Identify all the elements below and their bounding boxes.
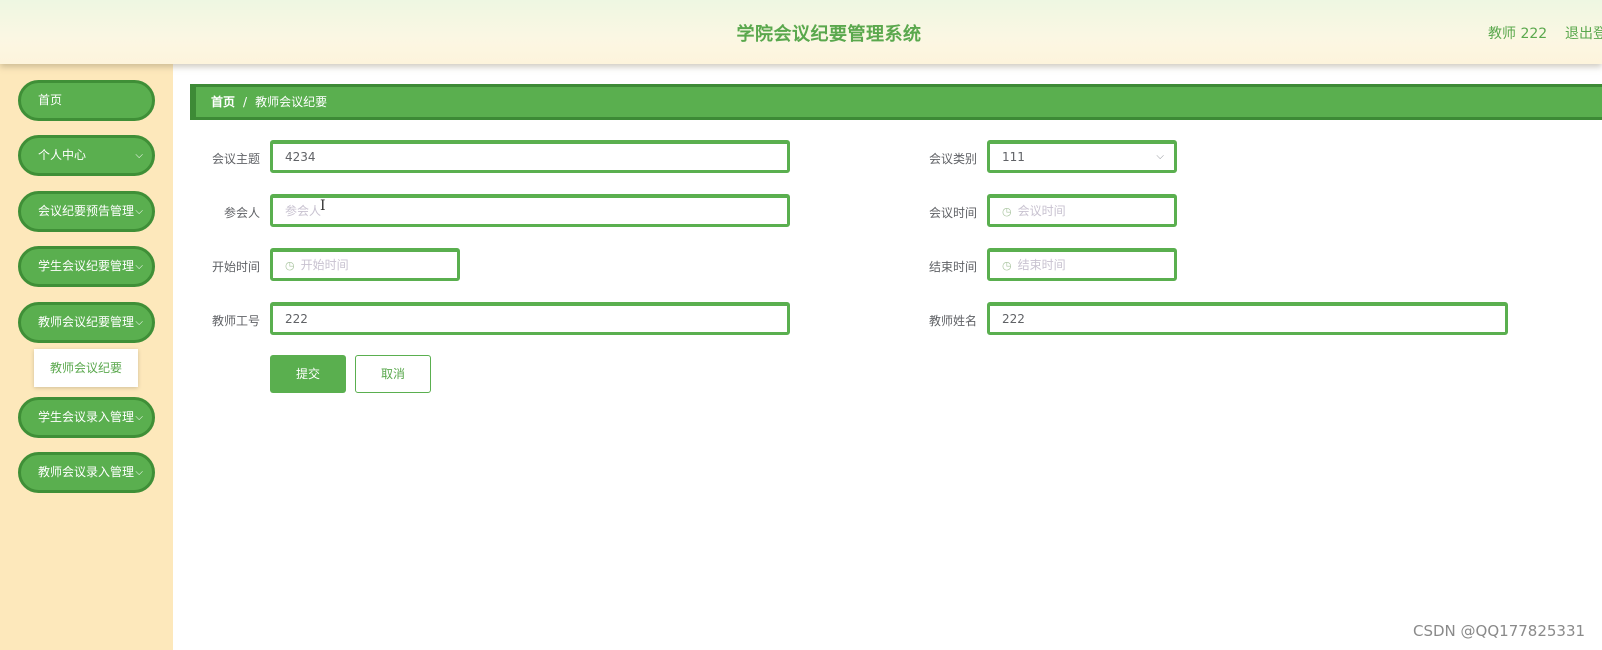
- cancel-button[interactable]: 取消: [355, 355, 431, 393]
- end-time-label: 结束时间: [928, 260, 977, 274]
- chevron-down-icon: ⌵: [135, 150, 143, 161]
- app-title: 学院会议纪要管理系统: [736, 24, 922, 45]
- clock-icon: ◷: [285, 259, 295, 272]
- top-header: 学院会议纪要管理系统 教师 222 退出登: [0, 0, 1602, 64]
- breadcrumb: 首页 / 教师会议纪要: [190, 84, 1602, 120]
- start-time-label: 开始时间: [211, 260, 260, 274]
- watermark: CSDN @QQ177825331: [1413, 622, 1586, 640]
- sidebar-item-label: 首页: [38, 93, 63, 107]
- breadcrumb-current: 教师会议纪要: [255, 95, 328, 109]
- submit-button[interactable]: 提交: [270, 355, 346, 393]
- sidebar-item-label: 学生会议纪要管理: [38, 259, 135, 273]
- attendees-label: 参会人: [223, 206, 260, 220]
- chevron-down-icon: ⌵: [135, 317, 143, 328]
- breadcrumb-home[interactable]: 首页: [211, 95, 235, 109]
- clock-icon: ◷: [1002, 205, 1012, 218]
- meeting-time-picker[interactable]: ◷ 会议时间: [987, 194, 1177, 227]
- category-value: 111: [1002, 150, 1025, 164]
- chevron-down-icon: ⌵: [135, 206, 143, 217]
- category-label: 会议类别: [928, 152, 977, 166]
- sidebar-item-student-entry[interactable]: 学生会议录入管理 ⌵: [18, 397, 155, 438]
- attendees-input[interactable]: 参会人: [270, 194, 790, 227]
- chevron-down-icon: ⌵: [135, 467, 143, 478]
- teacher-name-input[interactable]: 222: [987, 302, 1508, 335]
- teacher-name-value: 222: [1002, 312, 1025, 326]
- chevron-down-icon: ⌵: [135, 412, 143, 423]
- sidebar-item-label: 教师会议纪要管理: [38, 315, 135, 329]
- start-time-picker[interactable]: ◷ 开始时间: [270, 248, 460, 281]
- meeting-time-placeholder: 会议时间: [1017, 204, 1066, 218]
- sidebar-item-label: 学生会议录入管理: [38, 410, 135, 424]
- sidebar-item-label: 教师会议录入管理: [38, 465, 135, 479]
- start-time-placeholder: 开始时间: [300, 258, 349, 272]
- current-user: 教师 222: [1488, 26, 1548, 42]
- end-time-placeholder: 结束时间: [1017, 258, 1066, 272]
- sidebar-item-meeting-preview[interactable]: 会议纪要预告管理 ⌵: [18, 191, 155, 232]
- category-select[interactable]: 111 ⌵: [987, 140, 1177, 173]
- logout-link[interactable]: 退出登: [1565, 23, 1602, 43]
- submenu-item-teacher-minutes[interactable]: 教师会议纪要: [34, 349, 138, 387]
- text-cursor-icon: I: [320, 198, 326, 214]
- sidebar-item-home[interactable]: 首页: [18, 80, 155, 121]
- sidebar-item-personal-center[interactable]: 个人中心 ⌵: [18, 135, 155, 176]
- attendees-placeholder: 参会人: [285, 204, 322, 218]
- sidebar-item-teacher-minutes[interactable]: 教师会议纪要管理 ⌵: [18, 302, 155, 343]
- end-time-picker[interactable]: ◷ 结束时间: [987, 248, 1177, 281]
- teacher-id-label: 教师工号: [211, 314, 260, 328]
- sidebar-item-teacher-entry[interactable]: 教师会议录入管理 ⌵: [18, 452, 155, 493]
- breadcrumb-separator: /: [243, 95, 248, 109]
- meeting-time-label: 会议时间: [928, 206, 977, 220]
- topic-input[interactable]: 4234: [270, 140, 790, 173]
- sidebar-item-label: 个人中心: [38, 148, 87, 162]
- topic-label: 会议主题: [211, 152, 260, 166]
- chevron-down-icon: ⌵: [1156, 151, 1164, 162]
- clock-icon: ◷: [1002, 259, 1012, 272]
- teacher-id-value: 222: [285, 312, 308, 326]
- teacher-id-input[interactable]: 222: [270, 302, 790, 335]
- chevron-down-icon: ⌵: [135, 261, 143, 272]
- teacher-name-label: 教师姓名: [928, 314, 977, 328]
- sidebar-item-label: 会议纪要预告管理: [38, 204, 135, 218]
- sidebar-item-student-minutes[interactable]: 学生会议纪要管理 ⌵: [18, 246, 155, 287]
- topic-value: 4234: [285, 150, 316, 164]
